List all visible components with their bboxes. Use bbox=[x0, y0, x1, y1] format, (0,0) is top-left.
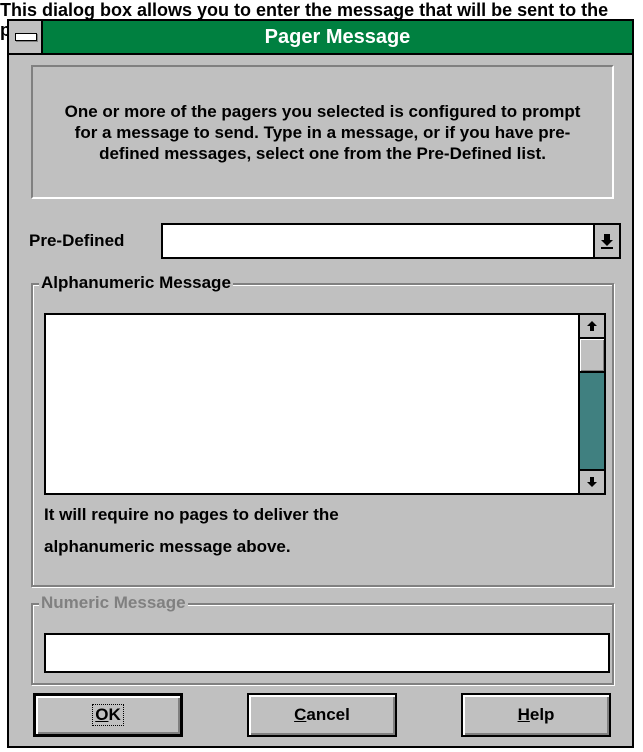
ok-button[interactable]: OK bbox=[33, 693, 183, 737]
pages-required-line1: It will require no pages to deliver the bbox=[44, 505, 339, 524]
numeric-group-label: Numeric Message bbox=[39, 593, 188, 613]
help-caption: This dialog box allows you to enter the … bbox=[0, 0, 643, 40]
scroll-track[interactable] bbox=[580, 373, 604, 469]
predefined-dropdown-button[interactable] bbox=[593, 225, 619, 257]
cancel-mnemonic: C bbox=[294, 705, 307, 724]
cancel-label-rest: ancel bbox=[306, 705, 350, 724]
predefined-label: Pre-Defined bbox=[29, 231, 125, 250]
system-menu-button[interactable] bbox=[9, 21, 43, 53]
cancel-button[interactable]: Cancel bbox=[247, 693, 397, 737]
info-message-panel: One or more of the pagers you selected i… bbox=[31, 65, 614, 199]
info-message-text: One or more of the pagers you selected i… bbox=[64, 101, 581, 163]
ok-button-label: OK bbox=[92, 704, 124, 726]
help-button-label: Help bbox=[518, 705, 555, 725]
arrow-up-icon bbox=[587, 321, 597, 331]
scroll-down-button[interactable] bbox=[580, 469, 604, 493]
ok-label-rest: K bbox=[108, 705, 121, 724]
alphanumeric-scrollbar[interactable] bbox=[578, 315, 604, 493]
title-bar: Pager Message bbox=[9, 21, 632, 55]
predefined-combobox[interactable] bbox=[161, 223, 621, 259]
scroll-up-button[interactable] bbox=[580, 315, 604, 339]
ok-mnemonic: O bbox=[95, 705, 109, 724]
alphanumeric-group-label: Alphanumeric Message bbox=[39, 273, 233, 293]
help-button[interactable]: Help bbox=[461, 693, 611, 737]
help-label-rest: elp bbox=[529, 705, 555, 724]
arrow-down-icon bbox=[587, 477, 597, 487]
alphanumeric-message-input[interactable] bbox=[44, 313, 606, 495]
system-menu-icon bbox=[15, 33, 37, 41]
pages-required-line2: alphanumeric message above. bbox=[44, 537, 291, 556]
chevron-down-icon bbox=[601, 234, 613, 249]
numeric-message-input[interactable] bbox=[44, 633, 610, 673]
cancel-button-label: Cancel bbox=[294, 705, 350, 725]
scroll-thumb[interactable] bbox=[580, 339, 604, 373]
pager-message-dialog: Pager Message One or more of the pagers … bbox=[7, 19, 634, 748]
help-mnemonic: H bbox=[517, 705, 530, 724]
dialog-title: Pager Message bbox=[264, 26, 411, 48]
